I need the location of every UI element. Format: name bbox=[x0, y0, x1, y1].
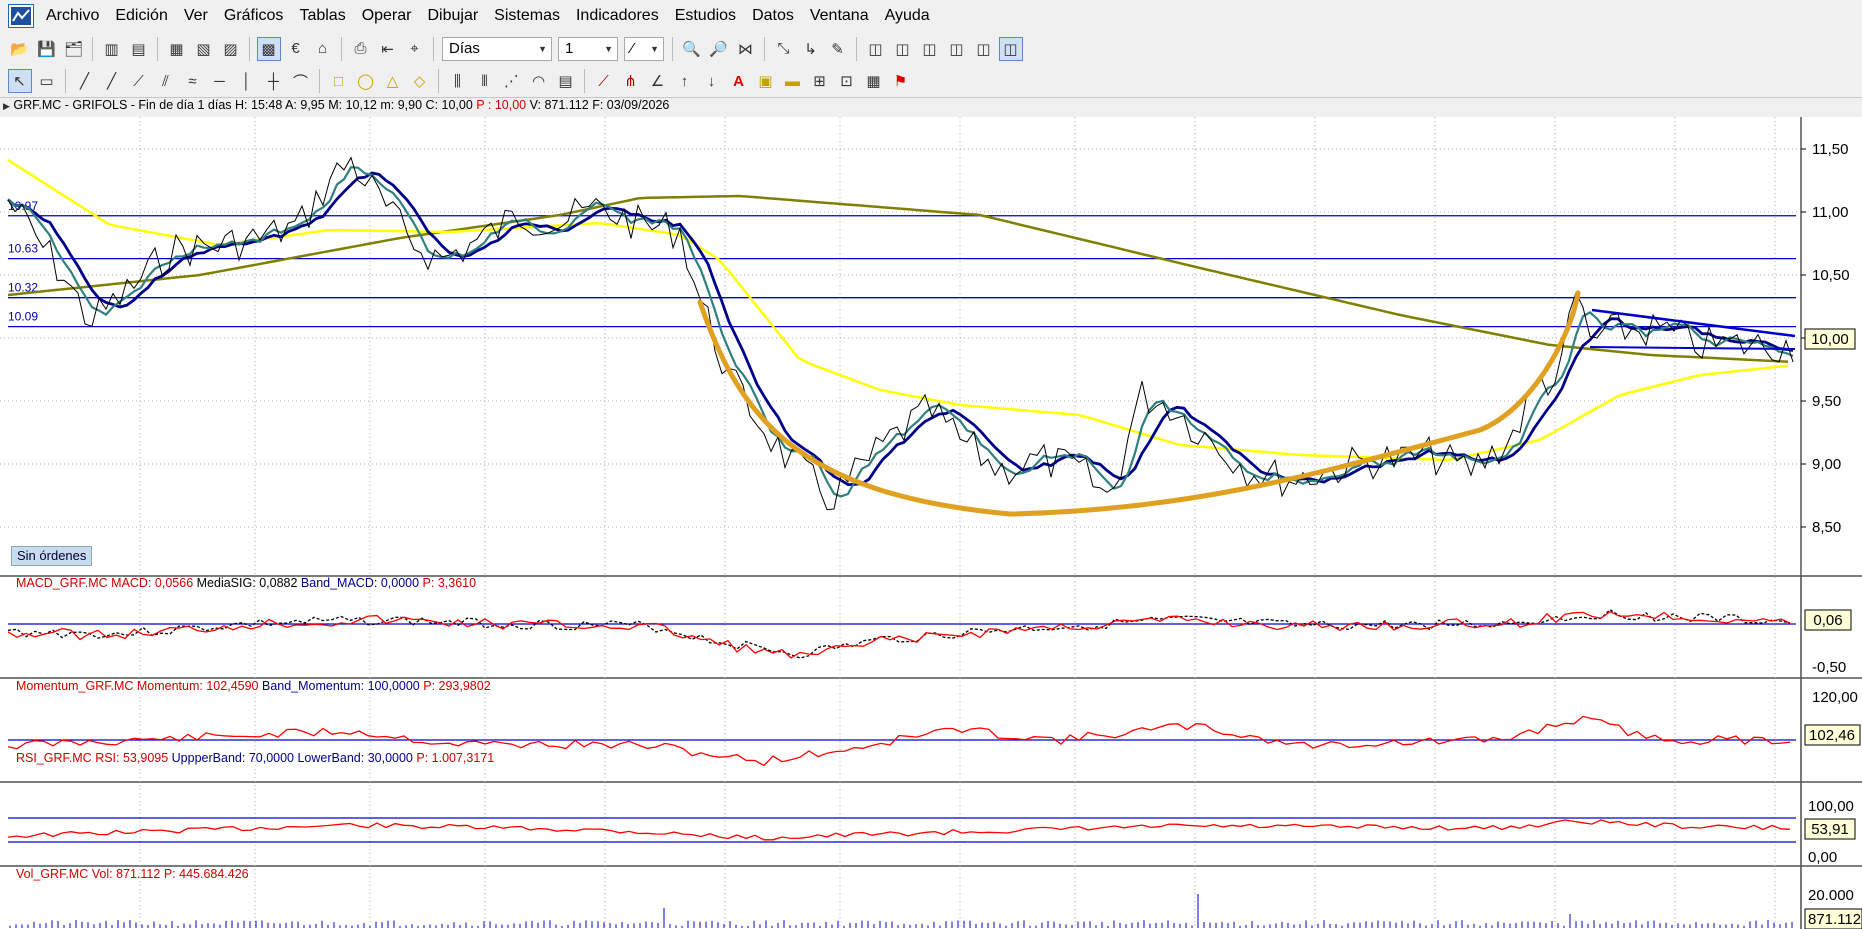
rsi-axis-bottom: 0,00 bbox=[1808, 849, 1837, 866]
momentum-value: 102,4590 bbox=[206, 679, 259, 693]
momentum-p-value: 293,9802 bbox=[438, 679, 491, 693]
rsi-lower-value: 30,0000 bbox=[367, 751, 413, 765]
volume-p-value: 445.684.426 bbox=[179, 867, 249, 881]
no-orders-badge[interactable]: Sin órdenes bbox=[11, 546, 93, 566]
volume-title: Vol_GRF.MC Vol: 871.112 P: 445.684.426 bbox=[16, 867, 249, 881]
rsi-panel[interactable] bbox=[0, 783, 1800, 865]
volume-box-value: 871.112 bbox=[1808, 911, 1861, 928]
macd-signal-label: MediaSIG: bbox=[196, 576, 256, 590]
momentum-band-label: Band_Momentum: bbox=[261, 679, 365, 693]
macd-axis-label: -0,50 bbox=[1812, 659, 1846, 676]
volume-name: Vol_GRF.MC bbox=[16, 867, 89, 881]
rsi-p-value: 1.007,3171 bbox=[431, 751, 495, 765]
macd-p-value: 3,3610 bbox=[437, 576, 477, 590]
rsi-title: RSI_GRF.MC RSI: 53,9095 UppperBand: 70,0… bbox=[16, 751, 494, 765]
price-axis-label: 10,50 bbox=[1812, 267, 1850, 284]
momentum-band-value: 100,0000 bbox=[367, 679, 420, 693]
rsi-upper-value: 70,0000 bbox=[248, 751, 294, 765]
level-label: 10.63 bbox=[8, 242, 38, 256]
rsi-p-label: P: bbox=[416, 751, 429, 765]
rsi-label: RSI: bbox=[95, 751, 120, 765]
rsi-name: RSI_GRF.MC bbox=[16, 751, 92, 765]
macd-label: MACD: bbox=[111, 576, 152, 590]
price-marker: 10,00 bbox=[1804, 328, 1856, 350]
macd-box-value: 0,06 bbox=[1813, 612, 1842, 629]
rsi-lower-label: LowerBand: bbox=[297, 751, 365, 765]
price-axis-label: 11,50 bbox=[1812, 141, 1848, 158]
volume-value: 871.112 bbox=[116, 867, 161, 881]
price-marker-value: 10,00 bbox=[1811, 331, 1849, 348]
volume-axis-label: 20.000 bbox=[1808, 887, 1854, 904]
macd-name: MACD_GRF.MC bbox=[16, 576, 108, 590]
macd-panel[interactable] bbox=[0, 577, 1800, 677]
macd-signal-value: 0,0882 bbox=[259, 576, 298, 590]
price-axis-label: 11,00 bbox=[1812, 204, 1848, 221]
volume-panel[interactable] bbox=[0, 867, 1800, 929]
macd-value: 0,0566 bbox=[154, 576, 194, 590]
macd-band-label: Band_MACD: bbox=[300, 576, 378, 590]
rsi-box-value: 53,91 bbox=[1811, 821, 1849, 838]
momentum-title: Momentum_GRF.MC Momentum: 102,4590 Band_… bbox=[16, 679, 491, 693]
momentum-box-value: 102,46 bbox=[1809, 727, 1855, 744]
chart-canvas[interactable]: 10.9710.6310.3210.09 11,5011,0010,5010,0… bbox=[0, 0, 1862, 929]
volume-p-label: P: bbox=[163, 867, 176, 881]
momentum-p-label: P: bbox=[423, 679, 436, 693]
price-axis-label: 9,50 bbox=[1812, 393, 1841, 410]
rsi-axis-top: 100,00 bbox=[1808, 798, 1854, 815]
price-axis-label: 9,00 bbox=[1812, 456, 1841, 473]
macd-band-value: 0,0000 bbox=[380, 576, 420, 590]
macd-title: MACD_GRF.MC MACD: 0,0566 MediaSIG: 0,088… bbox=[16, 576, 476, 590]
volume-label: Vol: bbox=[91, 867, 113, 881]
rsi-upper-label: UppperBand: bbox=[171, 751, 246, 765]
momentum-label: Momentum: bbox=[136, 679, 203, 693]
rsi-value: 53,9095 bbox=[122, 751, 169, 765]
momentum-axis-label: 120,00 bbox=[1812, 689, 1858, 706]
price-panel[interactable] bbox=[0, 117, 1800, 575]
macd-p-label: P: bbox=[422, 576, 435, 590]
momentum-name: Momentum_GRF.MC bbox=[16, 679, 134, 693]
level-label: 10.09 bbox=[8, 310, 38, 324]
price-axis-label: 8,50 bbox=[1812, 519, 1841, 536]
